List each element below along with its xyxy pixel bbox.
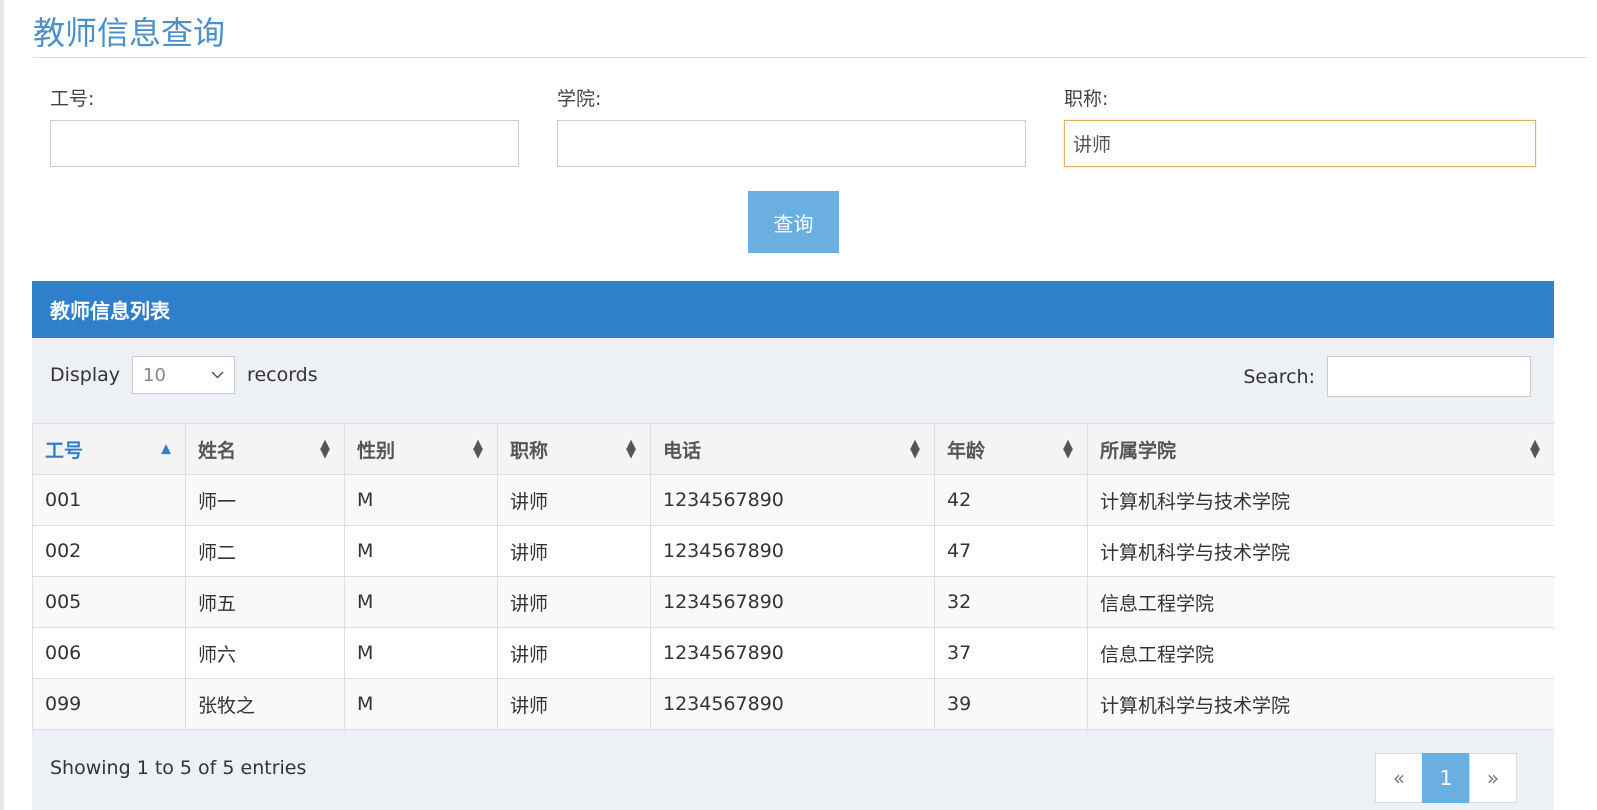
cell-gender: M: [344, 474, 498, 526]
id-label: 工号:: [50, 88, 95, 110]
cell-gender: M: [344, 576, 498, 628]
page-length-select[interactable]: 10: [132, 356, 236, 394]
college-input[interactable]: [557, 120, 1026, 167]
cell-college: 计算机科学与技术学院: [1087, 678, 1554, 730]
column-header-gender[interactable]: 性别 ▲ ▼: [344, 423, 498, 475]
sort-asc-icon: ▲: [161, 441, 171, 457]
cell-phone: 1234567890: [650, 627, 935, 679]
cell-gender: M: [344, 627, 498, 679]
column-header-college[interactable]: 所属学院 ▲ ▼: [1087, 423, 1554, 475]
length-control: Display 10 records: [50, 356, 318, 394]
sort-both-icon: ▲ ▼: [1530, 437, 1540, 461]
cell-name: 师五: [185, 576, 345, 628]
page-title: 教师信息查询: [33, 14, 226, 52]
table-row: 005 师五 M 讲师 1234567890 32 信息工程学院: [32, 576, 1554, 628]
cell-age: 32: [934, 576, 1088, 628]
cell-college: 信息工程学院: [1087, 576, 1554, 628]
column-header-label: 工号: [45, 439, 84, 462]
title-label: 职称:: [1064, 88, 1109, 110]
cell-gender: M: [344, 678, 498, 730]
column-header-label: 姓名: [198, 439, 237, 462]
column-header-id[interactable]: 工号 ▲: [32, 423, 186, 475]
column-header-age[interactable]: 年龄 ▲ ▼: [934, 423, 1088, 475]
table-header-row: 工号 ▲ 姓名 ▲ ▼ 性别 ▲ ▼ 职称 ▲ ▼ 电话 ▲ ▼ 年龄 ▲ ▼ 所属学院 ▲ ▼: [32, 423, 1554, 475]
sort-both-icon: ▲ ▼: [626, 437, 636, 461]
column-header-phone[interactable]: 电话 ▲ ▼: [650, 423, 935, 475]
column-header-label: 性别: [357, 439, 396, 462]
sort-both-icon: ▲ ▼: [1063, 437, 1073, 461]
cell-name: 师一: [185, 474, 345, 526]
cell-name: 师二: [185, 525, 345, 577]
cell-phone: 1234567890: [650, 474, 935, 526]
cell-title: 讲师: [497, 678, 651, 730]
prev-page-button[interactable]: «: [1375, 753, 1423, 803]
display-label: Display: [50, 364, 121, 386]
cell-college: 信息工程学院: [1087, 627, 1554, 679]
panel-header: 教师信息列表: [32, 281, 1554, 338]
column-header-title[interactable]: 职称 ▲ ▼: [497, 423, 651, 475]
cell-id: 006: [32, 627, 186, 679]
cell-title: 讲师: [497, 525, 651, 577]
cell-name: 师六: [185, 627, 345, 679]
cell-age: 42: [934, 474, 1088, 526]
sort-both-icon: ▲ ▼: [910, 437, 920, 461]
left-border: [0, 0, 4, 810]
table-row: 099 张牧之 M 讲师 1234567890 39 计算机科学与技术学院: [32, 678, 1554, 730]
page-button-1[interactable]: 1: [1422, 753, 1470, 803]
id-input[interactable]: [50, 120, 519, 167]
column-header-label: 电话: [663, 439, 702, 462]
cell-age: 37: [934, 627, 1088, 679]
sort-both-icon: ▲ ▼: [320, 437, 330, 461]
cell-id: 099: [32, 678, 186, 730]
next-page-button[interactable]: »: [1469, 753, 1517, 803]
cell-id: 005: [32, 576, 186, 628]
column-header-name[interactable]: 姓名 ▲ ▼: [185, 423, 345, 475]
search-input[interactable]: [1327, 356, 1531, 397]
cell-age: 47: [934, 525, 1088, 577]
cell-id: 001: [32, 474, 186, 526]
table-search: Search:: [1243, 356, 1531, 397]
cell-id: 002: [32, 525, 186, 577]
cell-college: 计算机科学与技术学院: [1087, 525, 1554, 577]
column-header-label: 职称: [510, 439, 549, 462]
cell-age: 39: [934, 678, 1088, 730]
search-label: Search:: [1243, 365, 1315, 388]
title-input[interactable]: [1064, 120, 1536, 167]
table-row: 002 师二 M 讲师 1234567890 47 计算机科学与技术学院: [32, 525, 1554, 577]
column-header-label: 所属学院: [1100, 439, 1177, 462]
title-divider: [33, 57, 1587, 58]
cell-phone: 1234567890: [650, 678, 935, 730]
pagination: « 1 »: [1375, 753, 1517, 803]
cell-title: 讲师: [497, 576, 651, 628]
college-label: 学院:: [557, 88, 602, 110]
records-label: records: [247, 364, 318, 386]
cell-title: 讲师: [497, 627, 651, 679]
cell-college: 计算机科学与技术学院: [1087, 474, 1554, 526]
sort-both-icon: ▲ ▼: [473, 437, 483, 461]
chevron-down-icon: [211, 371, 224, 379]
cell-phone: 1234567890: [650, 525, 935, 577]
teacher-table: 工号 ▲ 姓名 ▲ ▼ 性别 ▲ ▼ 职称 ▲ ▼ 电话 ▲ ▼ 年龄 ▲ ▼ 所属学院 ▲ ▼ 001 …: [32, 423, 1554, 730]
teacher-list-panel: 教师信息列表 Display 10 records Search: 工号 ▲ 姓名…: [32, 281, 1554, 810]
query-button[interactable]: 查询: [748, 191, 839, 253]
cell-name: 张牧之: [185, 678, 345, 730]
cell-gender: M: [344, 525, 498, 577]
column-header-label: 年龄: [947, 439, 986, 462]
page-length-value: 10: [143, 364, 166, 386]
table-row: 001 师一 M 讲师 1234567890 42 计算机科学与技术学院: [32, 474, 1554, 526]
cell-title: 讲师: [497, 474, 651, 526]
table-row: 006 师六 M 讲师 1234567890 37 信息工程学院: [32, 627, 1554, 679]
cell-phone: 1234567890: [650, 576, 935, 628]
table-info: Showing 1 to 5 of 5 entries: [50, 757, 307, 779]
